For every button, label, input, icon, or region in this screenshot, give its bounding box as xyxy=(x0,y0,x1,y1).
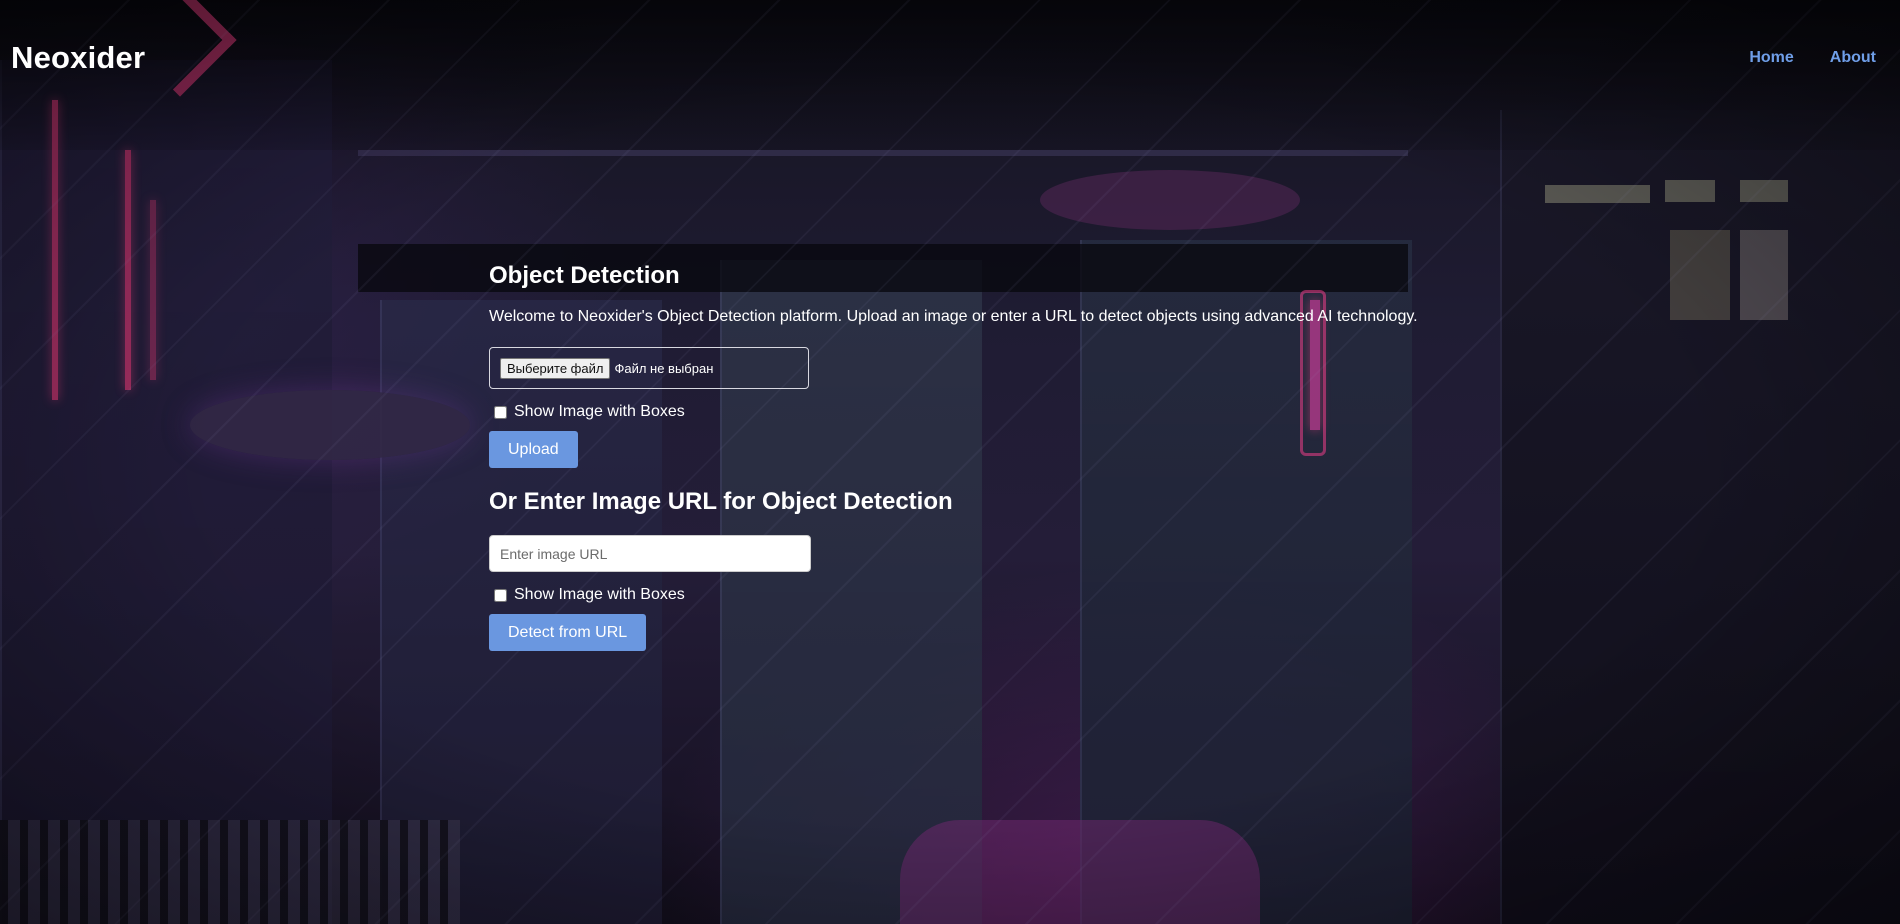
nav-link-home[interactable]: Home xyxy=(1749,49,1793,67)
brand-logo[interactable]: Neoxider xyxy=(11,40,145,76)
nav-link-about[interactable]: About xyxy=(1830,49,1876,67)
show-boxes-checkbox-upload[interactable] xyxy=(494,405,507,419)
choose-file-button[interactable]: Выберите файл xyxy=(500,357,611,379)
show-boxes-label-upload: Show Image with Boxes xyxy=(514,403,685,420)
file-input[interactable]: Выберите файл Файл не выбран xyxy=(489,347,809,389)
show-boxes-checkbox-url[interactable] xyxy=(494,588,507,602)
intro-text: Welcome to Neoxider's Object Detection p… xyxy=(489,308,1418,325)
url-section-title: Or Enter Image URL for Object Detection xyxy=(489,488,953,515)
file-status: Файл не выбран xyxy=(614,360,714,376)
page-title: Object Detection xyxy=(489,262,680,289)
upload-button[interactable]: Upload xyxy=(489,431,578,468)
upload-section: Object Detection Welcome to Neoxider's O… xyxy=(489,262,1489,468)
show-boxes-option-upload[interactable]: Show Image with Boxes xyxy=(494,403,1489,421)
show-boxes-label-url: Show Image with Boxes xyxy=(514,586,685,603)
url-section: Or Enter Image URL for Object Detection … xyxy=(489,488,1489,651)
image-url-input[interactable] xyxy=(489,535,811,572)
site-header: Neoxider Home About xyxy=(0,0,1900,116)
show-boxes-option-url[interactable]: Show Image with Boxes xyxy=(494,586,1489,604)
detect-from-url-button[interactable]: Detect from URL xyxy=(489,614,647,651)
main-content: Object Detection Welcome to Neoxider's O… xyxy=(489,262,1489,651)
main-nav: Home About xyxy=(1749,49,1876,67)
